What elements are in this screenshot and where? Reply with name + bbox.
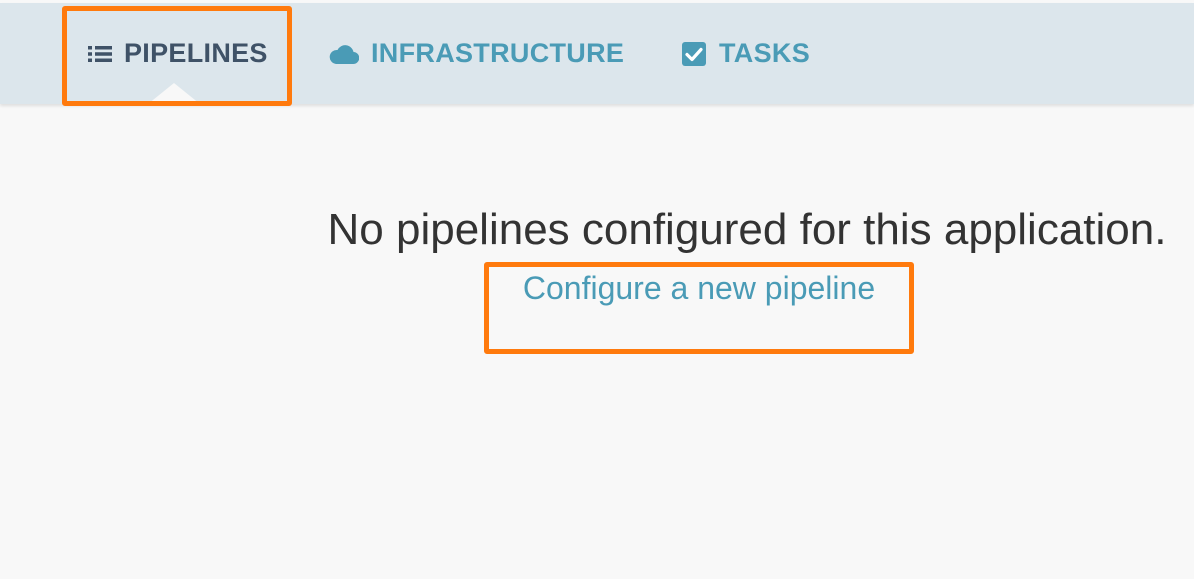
empty-state-message: No pipelines configured for this applica… [327, 205, 1167, 254]
configure-pipeline-link[interactable]: Configure a new pipeline [484, 270, 914, 307]
cloud-icon [329, 43, 359, 65]
tab-infrastructure-label: INFRASTRUCTURE [371, 38, 625, 68]
tab-tasks-label: TASKS [719, 38, 811, 68]
active-tab-caret [148, 83, 200, 104]
list-icon [88, 45, 112, 63]
tab-pipelines-label: PIPELINES [124, 38, 268, 68]
tab-infrastructure[interactable]: INFRASTRUCTURE [329, 3, 624, 104]
app-frame: PIPELINES INFRASTRUCTURE TASKS No pipeli… [0, 0, 1194, 579]
checkbox-icon [681, 41, 707, 67]
tab-tasks[interactable]: TASKS [681, 3, 810, 104]
